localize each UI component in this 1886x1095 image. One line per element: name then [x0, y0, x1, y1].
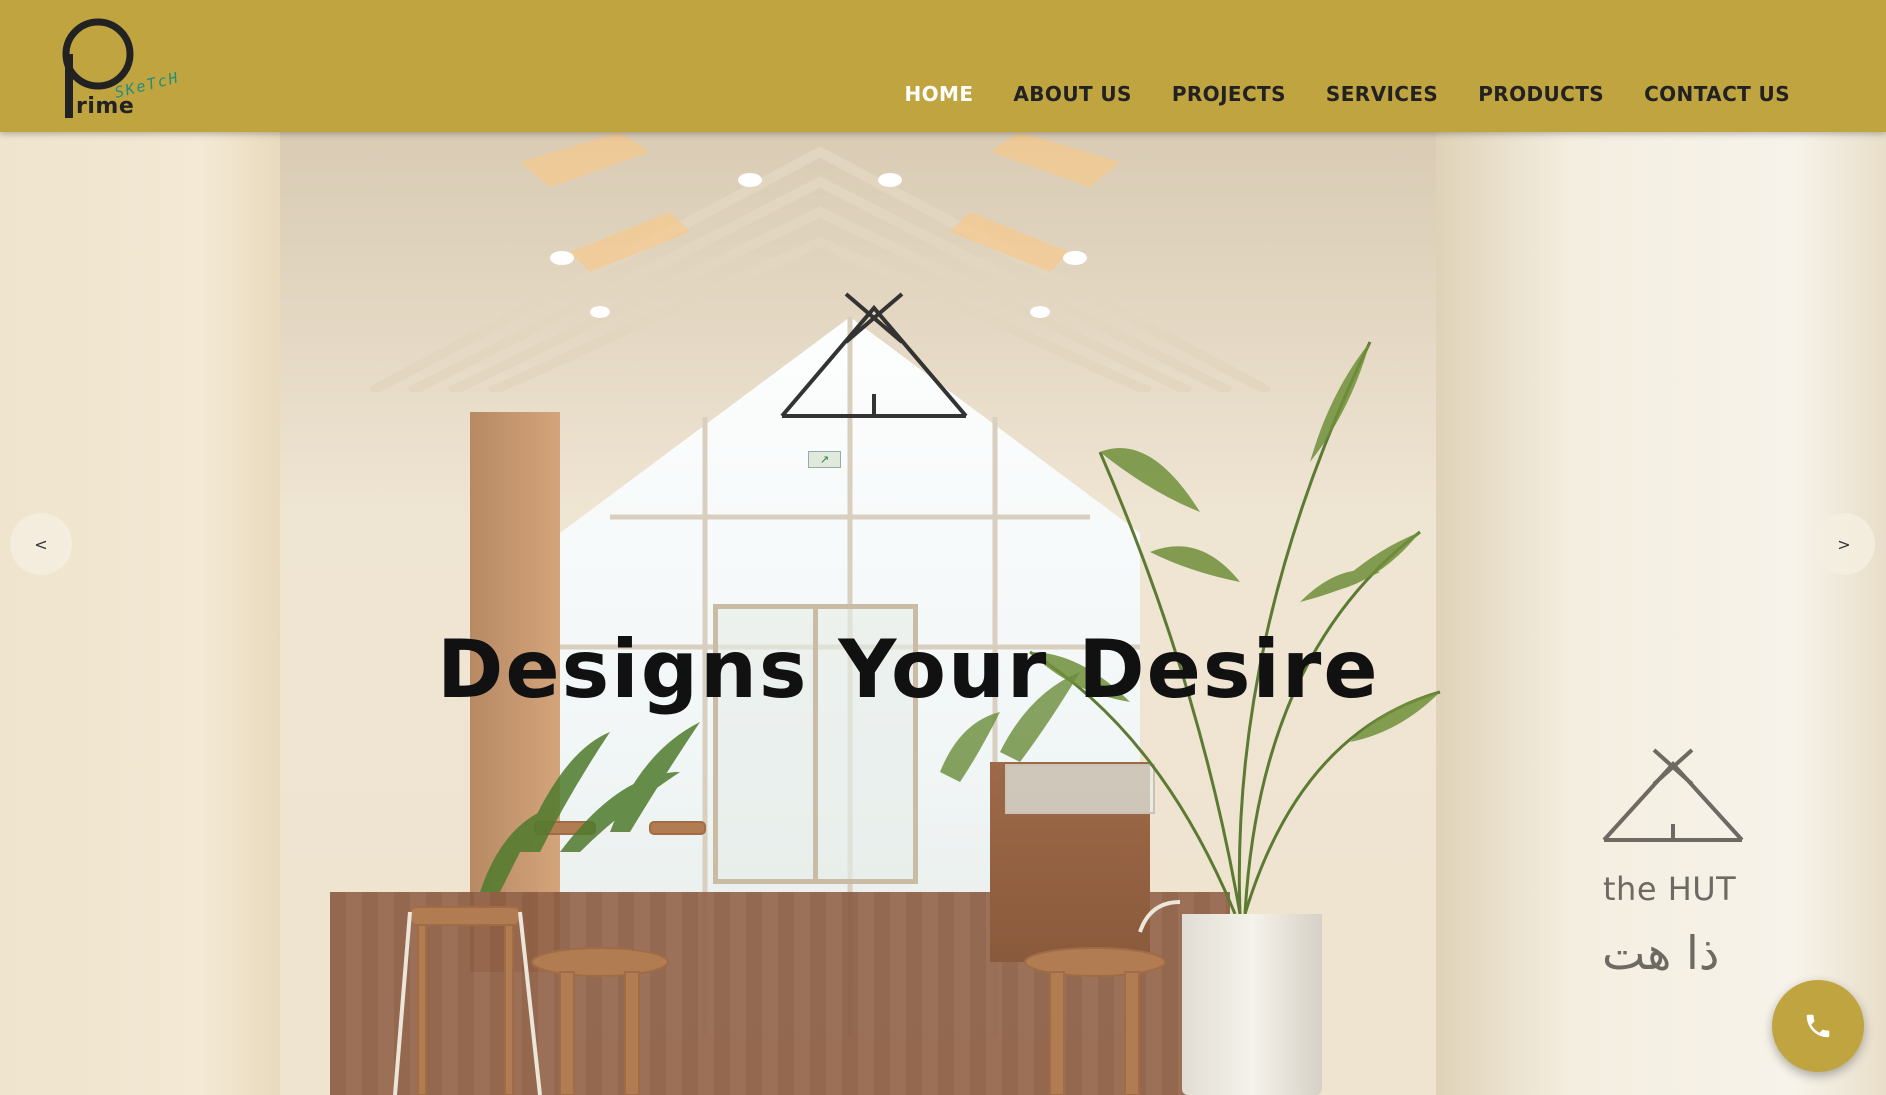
- hut-wall-sign-icon: [1602, 748, 1744, 842]
- call-button[interactable]: [1772, 980, 1864, 1072]
- nav-products[interactable]: PRODUCTS: [1478, 84, 1604, 104]
- nav-services[interactable]: SERVICES: [1326, 84, 1438, 104]
- slider-prev-button[interactable]: <: [10, 513, 72, 575]
- site-header: rime SKeTcH HOME ABOUT US PROJECTS SERVI…: [0, 0, 1886, 132]
- nav-contact-us[interactable]: CONTACT US: [1644, 84, 1790, 104]
- phone-icon: [1806, 1014, 1830, 1038]
- hero-slider: ↗ the HUT ذا هت Designs Your Desire: [0, 132, 1886, 1095]
- nav-about-us[interactable]: ABOUT US: [1013, 84, 1131, 104]
- nav-projects[interactable]: PROJECTS: [1172, 84, 1286, 104]
- hut-sign-name: the HUT: [1603, 870, 1737, 908]
- nav-home[interactable]: HOME: [904, 84, 973, 104]
- slider-next-button[interactable]: >: [1813, 513, 1875, 575]
- prime-sketch-logo[interactable]: rime SKeTcH: [56, 14, 186, 124]
- main-nav: HOME ABOUT US PROJECTS SERVICES PRODUCTS…: [904, 84, 1790, 104]
- hut-sign-arabic: ذا هت: [1602, 926, 1720, 980]
- hero-plant-pot: [1182, 914, 1322, 1095]
- hero-headline: Designs Your Desire: [437, 623, 1380, 716]
- hut-logo-icon: [780, 292, 968, 418]
